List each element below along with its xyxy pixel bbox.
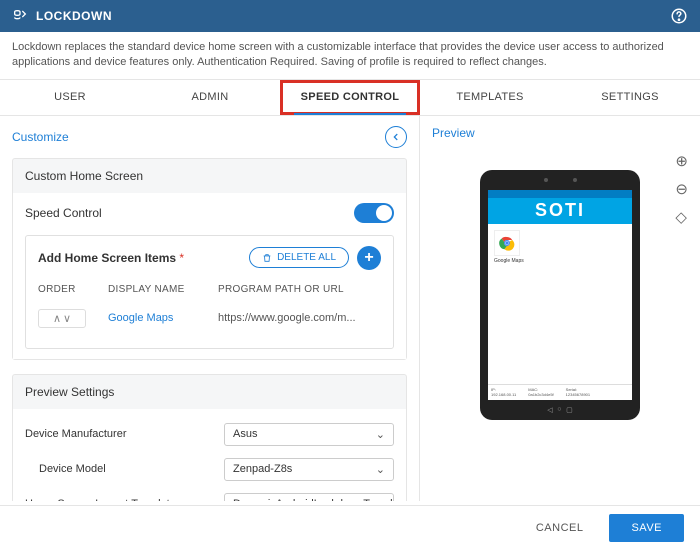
tab-templates[interactable]: TEMPLATES	[420, 80, 560, 115]
order-buttons[interactable]: ∧ ∨	[38, 309, 86, 328]
chevron-down-icon: ⌄	[376, 428, 385, 441]
row-display-name[interactable]: Google Maps	[108, 312, 218, 324]
template-label: Home Screen Layout Template	[25, 498, 176, 501]
col-path: PROGRAM PATH OR URL	[218, 284, 381, 295]
template-value: DynamicAndroidLockdownTempl...	[233, 498, 402, 501]
manufacturer-value: Asus	[233, 428, 257, 440]
toggle-label: Speed Control	[25, 206, 102, 220]
preview-settings-section: Preview Settings Device Manufacturer Asu…	[12, 374, 407, 501]
model-label: Device Model	[25, 463, 106, 475]
table-row: ∧ ∨ Google Maps https://www.google.com/m…	[38, 299, 381, 338]
header-title: LOCKDOWN	[36, 9, 112, 23]
manufacturer-select[interactable]: Asus ⌄	[224, 423, 394, 446]
custom-home-section: Custom Home Screen Speed Control Add Hom…	[12, 158, 407, 360]
delete-all-label: DELETE ALL	[277, 252, 336, 263]
rotate-icon[interactable]: ◇	[675, 208, 688, 226]
col-order: ORDER	[38, 284, 108, 295]
row-path: https://www.google.com/m...	[218, 312, 381, 324]
manufacturer-label: Device Manufacturer	[25, 428, 127, 440]
help-icon[interactable]	[670, 7, 688, 25]
customize-panel: Customize Custom Home Screen Speed Contr…	[0, 116, 420, 501]
logo-icon	[12, 8, 28, 24]
zoom-in-icon[interactable]: ⊕	[675, 152, 688, 170]
cancel-button[interactable]: CANCEL	[524, 514, 596, 542]
items-title: Add Home Screen Items	[38, 251, 176, 265]
app-header: LOCKDOWN	[0, 0, 700, 32]
app-icon	[494, 230, 520, 256]
device-nav-bar: ◁○▢	[545, 406, 575, 414]
chevron-left-icon	[391, 132, 401, 142]
delete-all-button[interactable]: DELETE ALL	[249, 247, 349, 268]
trash-icon	[262, 253, 272, 263]
preview-settings-heading: Preview Settings	[13, 375, 406, 409]
preview-panel: Preview ⊕ ⊖ ◇ SOTI Google Maps IP:192.16…	[420, 116, 700, 501]
preview-title: Preview	[432, 126, 475, 140]
required-asterisk: *	[179, 251, 184, 265]
chevron-down-icon: ⌄	[402, 498, 411, 501]
app-label: Google Maps	[494, 258, 626, 264]
move-down-icon[interactable]: ∨	[63, 312, 71, 325]
tab-settings[interactable]: SETTINGS	[560, 80, 700, 115]
custom-home-heading: Custom Home Screen	[13, 159, 406, 193]
soti-banner: SOTI	[488, 198, 632, 224]
tab-user[interactable]: USER	[0, 80, 140, 115]
add-item-button[interactable]: +	[357, 246, 381, 270]
table-header: ORDER DISPLAY NAME PROGRAM PATH OR URL	[38, 280, 381, 299]
template-select[interactable]: DynamicAndroidLockdownTempl... ⌄	[224, 493, 394, 501]
zoom-out-icon[interactable]: ⊖	[675, 180, 688, 198]
description-text: Lockdown replaces the standard device ho…	[0, 32, 700, 80]
preview-tools: ⊕ ⊖ ◇	[675, 152, 688, 226]
tab-speed-control[interactable]: SPEED CONTROL	[280, 80, 420, 115]
chrome-icon	[498, 234, 516, 252]
col-name: DISPLAY NAME	[108, 284, 218, 295]
speed-control-toggle[interactable]	[354, 203, 394, 223]
model-select[interactable]: Zenpad-Z8s ⌄	[224, 458, 394, 481]
save-button[interactable]: SAVE	[609, 514, 684, 542]
device-frame: SOTI Google Maps IP:192.168.00.11 MAC:0a…	[480, 170, 640, 420]
collapse-button[interactable]	[385, 126, 407, 148]
customize-title: Customize	[12, 130, 69, 144]
chevron-down-icon: ⌄	[376, 463, 385, 476]
status-bar	[488, 190, 632, 198]
device-screen: SOTI Google Maps IP:192.168.00.11 MAC:0a…	[488, 190, 632, 400]
tab-admin[interactable]: ADMIN	[140, 80, 280, 115]
move-up-icon[interactable]: ∧	[53, 312, 61, 325]
model-value: Zenpad-Z8s	[233, 463, 292, 475]
footer: CANCEL SAVE	[0, 505, 700, 549]
tab-bar: USER ADMIN SPEED CONTROL TEMPLATES SETTI…	[0, 80, 700, 116]
home-items-box: Add Home Screen Items * DELETE ALL +	[25, 235, 394, 349]
device-info-bar: IP:192.168.00.11 MAC:0a1b2c3d4e5f Serial…	[488, 384, 632, 400]
